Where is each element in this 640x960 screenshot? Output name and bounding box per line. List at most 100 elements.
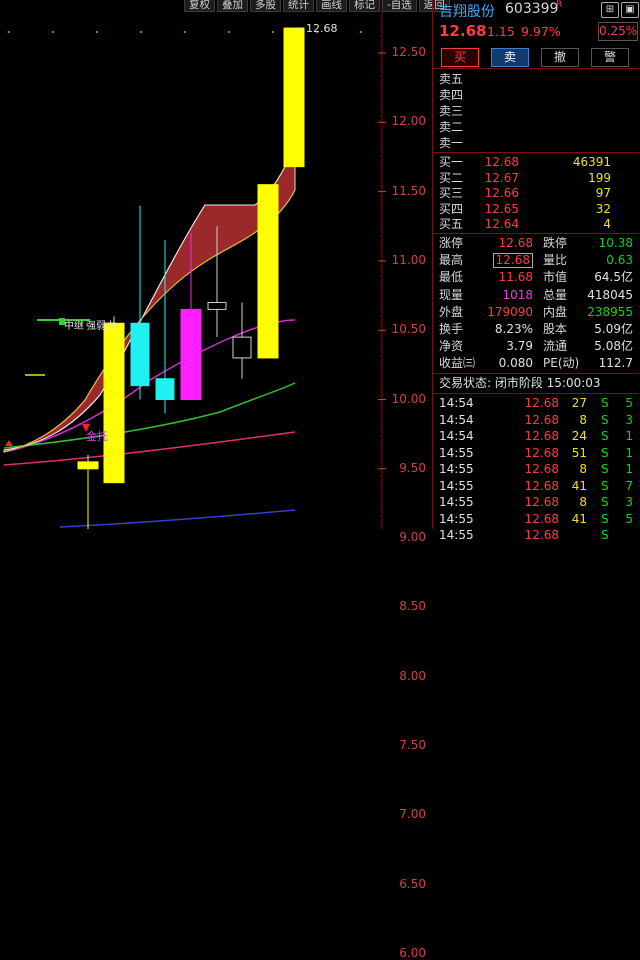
tick-row: 14:55 12.68 51 S 1 — [433, 446, 639, 461]
tick-row: 14:55 12.68 41 S 5 — [433, 512, 639, 527]
price-tick-label: 11.50 — [391, 183, 426, 198]
tick-volume: 27 — [571, 396, 587, 410]
toolbar-button-3[interactable]: 统计 — [283, 0, 314, 12]
level-price: 12.65 — [484, 201, 519, 216]
candle-body — [77, 461, 99, 470]
tick-count: 3 — [625, 495, 633, 509]
toolbar-button-0[interactable]: 复权 — [184, 0, 215, 12]
chart-toolbar: 复权 叠加 多股 统计 画线 标记 -自选 返回 — [184, 0, 450, 12]
price-tick-label: 10.50 — [391, 322, 426, 337]
sell-level-row: 卖二 — [433, 120, 639, 135]
expand-icon[interactable]: ⊞ — [601, 2, 619, 18]
stat-value: 0.080 — [498, 356, 533, 371]
level-label: 买一 — [439, 155, 464, 169]
candle-body — [180, 308, 202, 400]
stat-value: 112.7 — [598, 356, 633, 371]
toolbar-button-5[interactable]: 标记 — [349, 0, 380, 12]
toolbar-button-2[interactable]: 多股 — [250, 0, 281, 12]
stat-label: PE(动) — [543, 356, 580, 371]
stat-value: 0.63 — [606, 253, 633, 268]
stat-value: 179090 — [487, 304, 533, 319]
sell-level-row: 卖一 — [433, 136, 639, 151]
sell-level-row: 卖五 — [433, 72, 639, 87]
level-volume: 199 — [588, 170, 611, 185]
toolbar-button-1[interactable]: 叠加 — [217, 0, 248, 12]
window-icon[interactable]: ▣ — [621, 2, 639, 18]
stat-row: 最低 11.68 市值 64.5亿 — [433, 270, 639, 285]
stat-value: 3.79 — [506, 339, 533, 354]
stat-value: 418045 — [587, 287, 633, 302]
tick-row: 14:54 12.68 8 S 3 — [433, 413, 639, 428]
level-label: 卖一 — [439, 136, 464, 150]
stat-label: 最高 — [439, 253, 464, 268]
tick-time: 14:55 — [439, 462, 474, 476]
price-tick-label: 6.50 — [399, 876, 426, 891]
stat-label: 股本 — [543, 322, 568, 336]
toolbar-button-6[interactable]: -自选 — [382, 0, 417, 12]
stat-value: 5.08亿 — [594, 339, 633, 354]
pct-box: 0.25% — [598, 22, 638, 41]
tick-time: 14:54 — [439, 412, 474, 427]
level-label: 买五 — [439, 217, 464, 232]
tick-price: 12.68 — [524, 511, 559, 526]
tick-time: 14:55 — [439, 495, 474, 509]
tick-count: 5 — [625, 396, 633, 410]
buy-level-row: 买五 12.64 4 — [433, 217, 639, 232]
stat-value: 12.68 — [492, 253, 533, 269]
stat-label: 净资 — [439, 339, 464, 354]
stock-code: 603399 — [505, 1, 559, 17]
stat-label: 市值 — [543, 270, 568, 285]
stat-label: 总量 — [543, 287, 568, 302]
price-tick-label: 10.00 — [391, 391, 426, 406]
arrow-marker — [5, 440, 13, 446]
stat-label: 量比 — [543, 253, 568, 268]
stat-value: 238955 — [587, 304, 633, 319]
tick-side: S — [601, 429, 609, 443]
level-volume: 32 — [595, 201, 611, 216]
cancel-button[interactable]: 撤 — [541, 48, 579, 67]
level-label: 买二 — [439, 170, 464, 185]
tick-row: 14:55 12.68 41 S 7 — [433, 479, 639, 494]
buy-button[interactable]: 买 — [441, 48, 479, 67]
price-tick-label: 7.50 — [399, 738, 426, 752]
tick-side: S — [601, 528, 609, 542]
level-label: 卖三 — [439, 104, 464, 118]
candle-body — [103, 322, 125, 484]
stat-label: 外盘 — [439, 304, 464, 319]
tick-count: 3 — [625, 412, 633, 427]
price-tick-label: 12.50 — [391, 45, 426, 59]
annotation-label: 强弱力 — [86, 319, 116, 332]
tick-time: 14:55 — [439, 478, 474, 493]
price-tick-label: 8.50 — [399, 599, 426, 614]
margin-flag: R — [556, 0, 563, 10]
tick-price: 12.68 — [524, 429, 559, 443]
tick-side: S — [601, 412, 609, 427]
level-label: 卖五 — [439, 72, 464, 86]
stat-row: 涨停 12.68 跌停 10.38 — [433, 236, 639, 251]
tick-count: 1 — [625, 445, 633, 460]
tick-volume: 24 — [571, 429, 587, 443]
stat-label: 跌停 — [543, 236, 568, 250]
stat-value: 11.68 — [498, 270, 533, 285]
stock-name[interactable]: 吉翔股份 — [439, 1, 495, 21]
stat-row: 外盘 179090 内盘 238955 — [433, 305, 639, 320]
tick-count: 5 — [625, 511, 633, 526]
sell-button[interactable]: 卖 — [491, 48, 529, 67]
tick-side: S — [601, 462, 609, 476]
tick-row: 14:55 12.68 8 S 1 — [433, 462, 639, 477]
tick-price: 12.68 — [524, 445, 559, 460]
price-tick-label: 6.00 — [399, 945, 426, 960]
toolbar-button-4[interactable]: 画线 — [316, 0, 347, 12]
top-marker — [184, 31, 186, 33]
tick-price: 12.68 — [524, 462, 559, 476]
candle-body — [283, 27, 305, 168]
level-price: 12.64 — [484, 217, 519, 232]
candlestick-chart[interactable]: 中继 强弱力金托 12.68 — [0, 0, 432, 529]
tick-count: 1 — [625, 462, 633, 476]
alert-button[interactable]: 警 — [591, 48, 629, 67]
stat-label: 涨停 — [439, 236, 464, 250]
tick-volume: 8 — [579, 412, 587, 427]
tick-row: 14:55 12.68 S — [433, 528, 639, 543]
price-change-pct: 9.97% — [521, 24, 561, 39]
candle-body — [257, 184, 279, 359]
